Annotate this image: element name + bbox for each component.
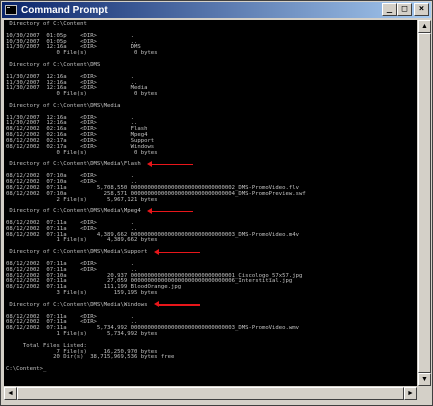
scroll-right-icon[interactable]: ► (404, 387, 417, 400)
console-line: 0 File(s) 0 bytes (6, 91, 158, 98)
vertical-scrollbar[interactable]: ▲ ▼ (418, 20, 431, 386)
console-line: 0 File(s) 0 bytes (6, 149, 158, 156)
directory-header-line: Directory of C:\Content\DMS\Media\Flash (6, 161, 141, 168)
title-bar[interactable]: Command Prompt _ □ × (2, 2, 431, 18)
console-line: 2 File(s) 5,967,121 bytes (6, 196, 158, 203)
directory-header-line: Directory of C:\Content\DMS\Media (6, 102, 121, 109)
directory-header-line: Directory of C:\Content (6, 21, 87, 27)
console-line: 0 File(s) 0 bytes (6, 50, 158, 57)
window-controls: _ □ × (382, 3, 429, 16)
red-arrow-icon (146, 207, 193, 215)
directory-header-line: Directory of C:\Content\DMS\Media\Suppor… (6, 249, 148, 256)
red-arrow-icon (153, 248, 200, 256)
red-arrow-icon (146, 160, 193, 168)
window-title: Command Prompt (21, 4, 108, 16)
minimize-button[interactable]: _ (382, 3, 397, 16)
console-output[interactable]: Directory of C:\Content 10/30/2007 01:05p… (4, 20, 417, 386)
console-line: 20 Dir(s) 38,715,969,536 bytes free (6, 354, 175, 361)
horizontal-scrollbar[interactable]: ◄ ► (4, 387, 417, 400)
red-arrow-icon (153, 301, 200, 308)
scroll-down-icon[interactable]: ▼ (418, 373, 431, 386)
directory-header-line: Directory of C:\Content\DMS\Media\Mpeg4 (6, 208, 141, 215)
horizontal-scroll-thumb[interactable] (17, 387, 404, 400)
scrollbar-corner (418, 387, 431, 400)
console-line: 1 File(s) 4,389,662 bytes (6, 237, 158, 244)
console-line: C:\Content>_ (6, 366, 47, 373)
cmd-icon (5, 5, 17, 15)
scroll-left-icon[interactable]: ◄ (4, 387, 17, 400)
maximize-button[interactable]: □ (397, 3, 412, 16)
close-button[interactable]: × (414, 3, 429, 16)
command-prompt-window: Command Prompt _ □ × Directory of C:\Con… (0, 0, 433, 406)
directory-header-line: Directory of C:\Content\DMS\Media\Window… (6, 301, 148, 308)
console-line: 1 File(s) 5,734,992 bytes (6, 331, 158, 338)
console-line: 3 File(s) 159,195 bytes (6, 290, 158, 297)
directory-header-line: Directory of C:\Content\DMS (6, 61, 101, 68)
scroll-up-icon[interactable]: ▲ (418, 20, 431, 33)
vertical-scroll-thumb[interactable] (418, 33, 431, 373)
